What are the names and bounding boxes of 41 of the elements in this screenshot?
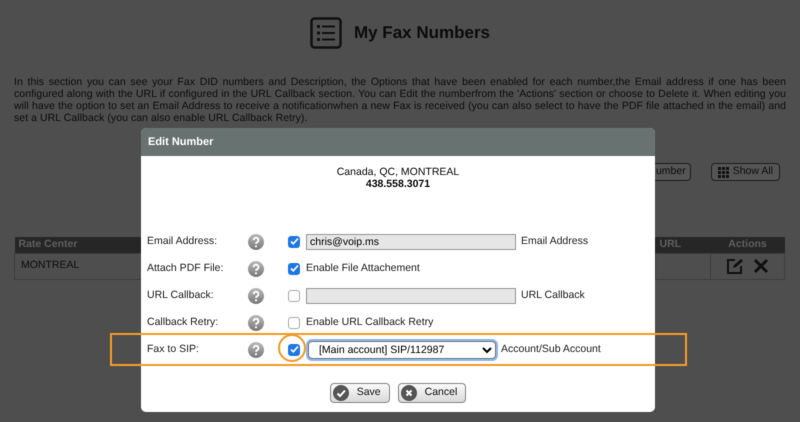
table-cell: MONTREAL [21, 259, 80, 272]
column-header: URL [660, 238, 682, 250]
field-label: Email Address: [147, 234, 218, 249]
input-field[interactable] [306, 288, 516, 304]
field-caption: URL Callback [521, 288, 585, 303]
cancel-button[interactable]: Cancel [398, 383, 466, 403]
field-label: Attach PDF File: [147, 260, 224, 276]
checkbox[interactable] [288, 290, 300, 302]
highlight-circle [278, 334, 306, 362]
field-label: Callback Retry: [147, 314, 220, 330]
list-icon [310, 17, 342, 49]
field-caption: Account/Sub Account [501, 342, 601, 357]
help-icon[interactable] [248, 342, 264, 358]
page-description: In this section you can see your Fax DID numbers and Description, the Options that have been enabled for each number,the Email address if one has been configured along with the URL if configured in the URL Callback section. You can Edit the numberfrom the 'Actions' section or choose to Delete it. When editing you will have the option to set an Email Address to receive a notificationwhen a new Fax is received (you can also select to have the PDF file attached in the email) and set a URL Callback (you can also enable URL Callback Retry). [14, 76, 786, 124]
check-icon [332, 385, 349, 401]
checkbox[interactable] [288, 236, 300, 248]
close-icon [400, 385, 417, 401]
save-button[interactable]: Save [330, 383, 390, 403]
grid-icon [718, 166, 729, 178]
checkbox[interactable] [288, 344, 300, 356]
input-field[interactable]: chris@voip.ms [306, 234, 516, 250]
edit-icon[interactable] [726, 258, 743, 275]
checkbox[interactable] [288, 262, 300, 274]
page-title: My Fax Numbers [354, 22, 490, 44]
delete-icon[interactable] [753, 258, 770, 274]
column-header: Actions [728, 238, 767, 250]
column-header: Rate Center [18, 238, 78, 250]
field-label: URL Callback: [147, 288, 215, 303]
account-select[interactable]: [Main account] SIP/112987 [308, 340, 496, 358]
help-icon[interactable] [248, 288, 264, 304]
checkbox-caption: Enable File Attachement [306, 260, 420, 276]
phone-number: 438.558.3071 [364, 178, 432, 190]
checkbox-caption: Enable URL Callback Retry [306, 314, 434, 330]
help-icon[interactable] [248, 314, 264, 330]
help-icon[interactable] [248, 260, 264, 276]
location-text: Canada, QC, MONTREAL [336, 166, 460, 178]
help-icon[interactable] [248, 234, 264, 250]
field-caption: Email Address [521, 234, 588, 249]
dialog-title: Edit Number [141, 128, 655, 156]
field-label: Fax to SIP: [147, 342, 200, 357]
checkbox[interactable] [288, 316, 300, 328]
